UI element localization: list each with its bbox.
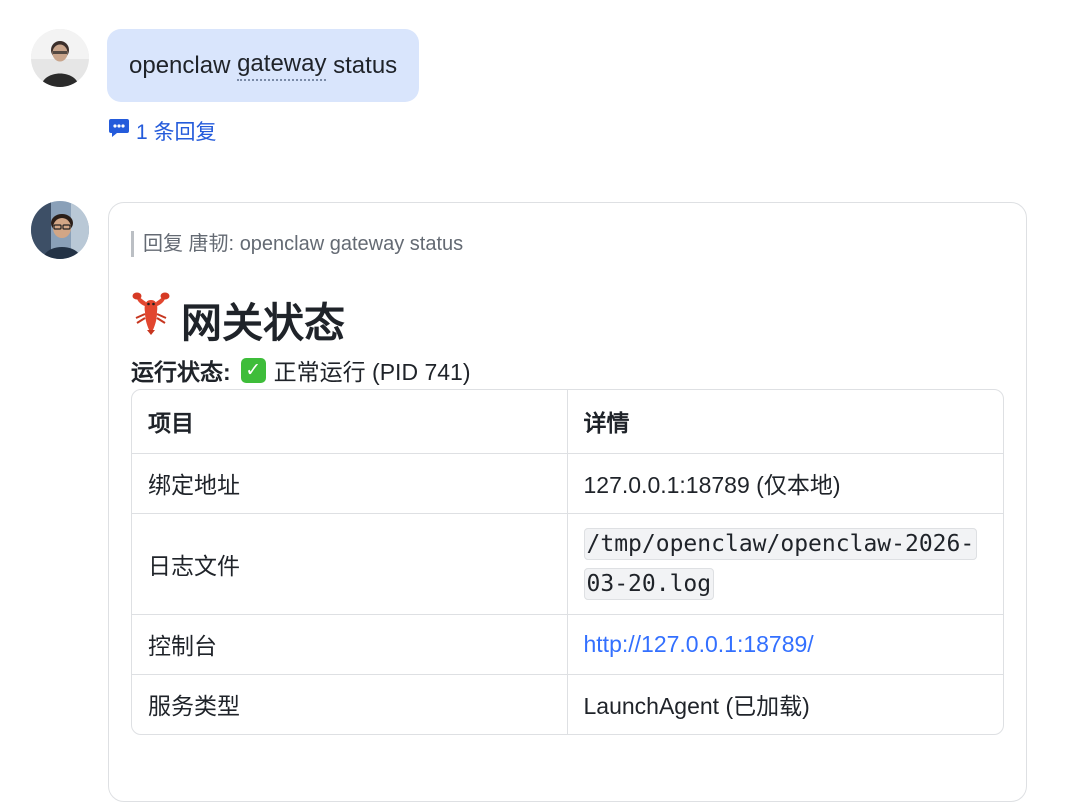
thread-reply-link[interactable]: 1 条回复 [108, 116, 217, 146]
table-cell-key: 服务类型 [132, 673, 568, 734]
table-row: 日志文件 /tmp/openclaw/openclaw-2026-03-20.l… [132, 512, 1003, 615]
table-header-row: 项目 详情 [132, 390, 1003, 454]
table-cell-key: 日志文件 [132, 512, 568, 615]
comment-icon [108, 118, 130, 144]
lobster-icon [131, 292, 171, 346]
quote-text: openclaw gateway status [239, 233, 464, 255]
table-row: 控制台 http://127.0.0.1:18789/ [132, 613, 1003, 675]
heading-text: 网关状态 [181, 300, 345, 346]
reply-count-label: 1 条回复 [136, 121, 217, 144]
status-line: 运行状态: ✓ 正常运行 (PID 741) [131, 353, 471, 387]
table-row: 服务类型 LaunchAgent (已加载) [132, 673, 1003, 734]
table-header-detail: 详情 [566, 390, 1003, 454]
user-avatar[interactable] [31, 29, 89, 87]
table-cell-key: 绑定地址 [132, 452, 568, 514]
quote-label: 回复 唐韧: [143, 233, 235, 255]
status-table: 项目 详情 绑定地址 127.0.0.1:18789 (仅本地) 日志文件 /t… [131, 389, 1004, 735]
check-icon: ✓ [240, 357, 266, 383]
table-cell-value: LaunchAgent (已加载) [566, 673, 1003, 734]
table-cell-key: 控制台 [132, 613, 568, 675]
table-cell-value: http://127.0.0.1:18789/ [566, 613, 1003, 675]
status-label: 运行状态: [131, 359, 231, 385]
reply-quote[interactable]: 回复 唐韧: openclaw gateway status [131, 231, 463, 257]
table-cell-value: 127.0.0.1:18789 (仅本地) [566, 452, 1003, 514]
message-bubble[interactable]: openclaw gateway status [107, 29, 420, 102]
status-value: 正常运行 (PID 741) [273, 359, 471, 385]
table-header-item: 项目 [132, 390, 568, 454]
table-row: 绑定地址 127.0.0.1:18789 (仅本地) [132, 452, 1003, 514]
table-cell-value: /tmp/openclaw/openclaw-2026-03-20.log [566, 512, 1003, 615]
message-text-suffix: status [326, 51, 398, 79]
message-card: 回复 唐韧: openclaw gateway status 网关状态 运行状态… [108, 202, 1027, 802]
message-text-prefix: openclaw [129, 51, 238, 79]
console-link[interactable]: http://127.0.0.1:18789/ [584, 631, 814, 657]
log-file-path[interactable]: /tmp/openclaw/openclaw-2026-03-20.log [583, 527, 978, 600]
bot-avatar[interactable] [31, 201, 89, 259]
message-text-underlined[interactable]: gateway [237, 50, 327, 81]
card-heading: 网关状态 [131, 289, 345, 349]
